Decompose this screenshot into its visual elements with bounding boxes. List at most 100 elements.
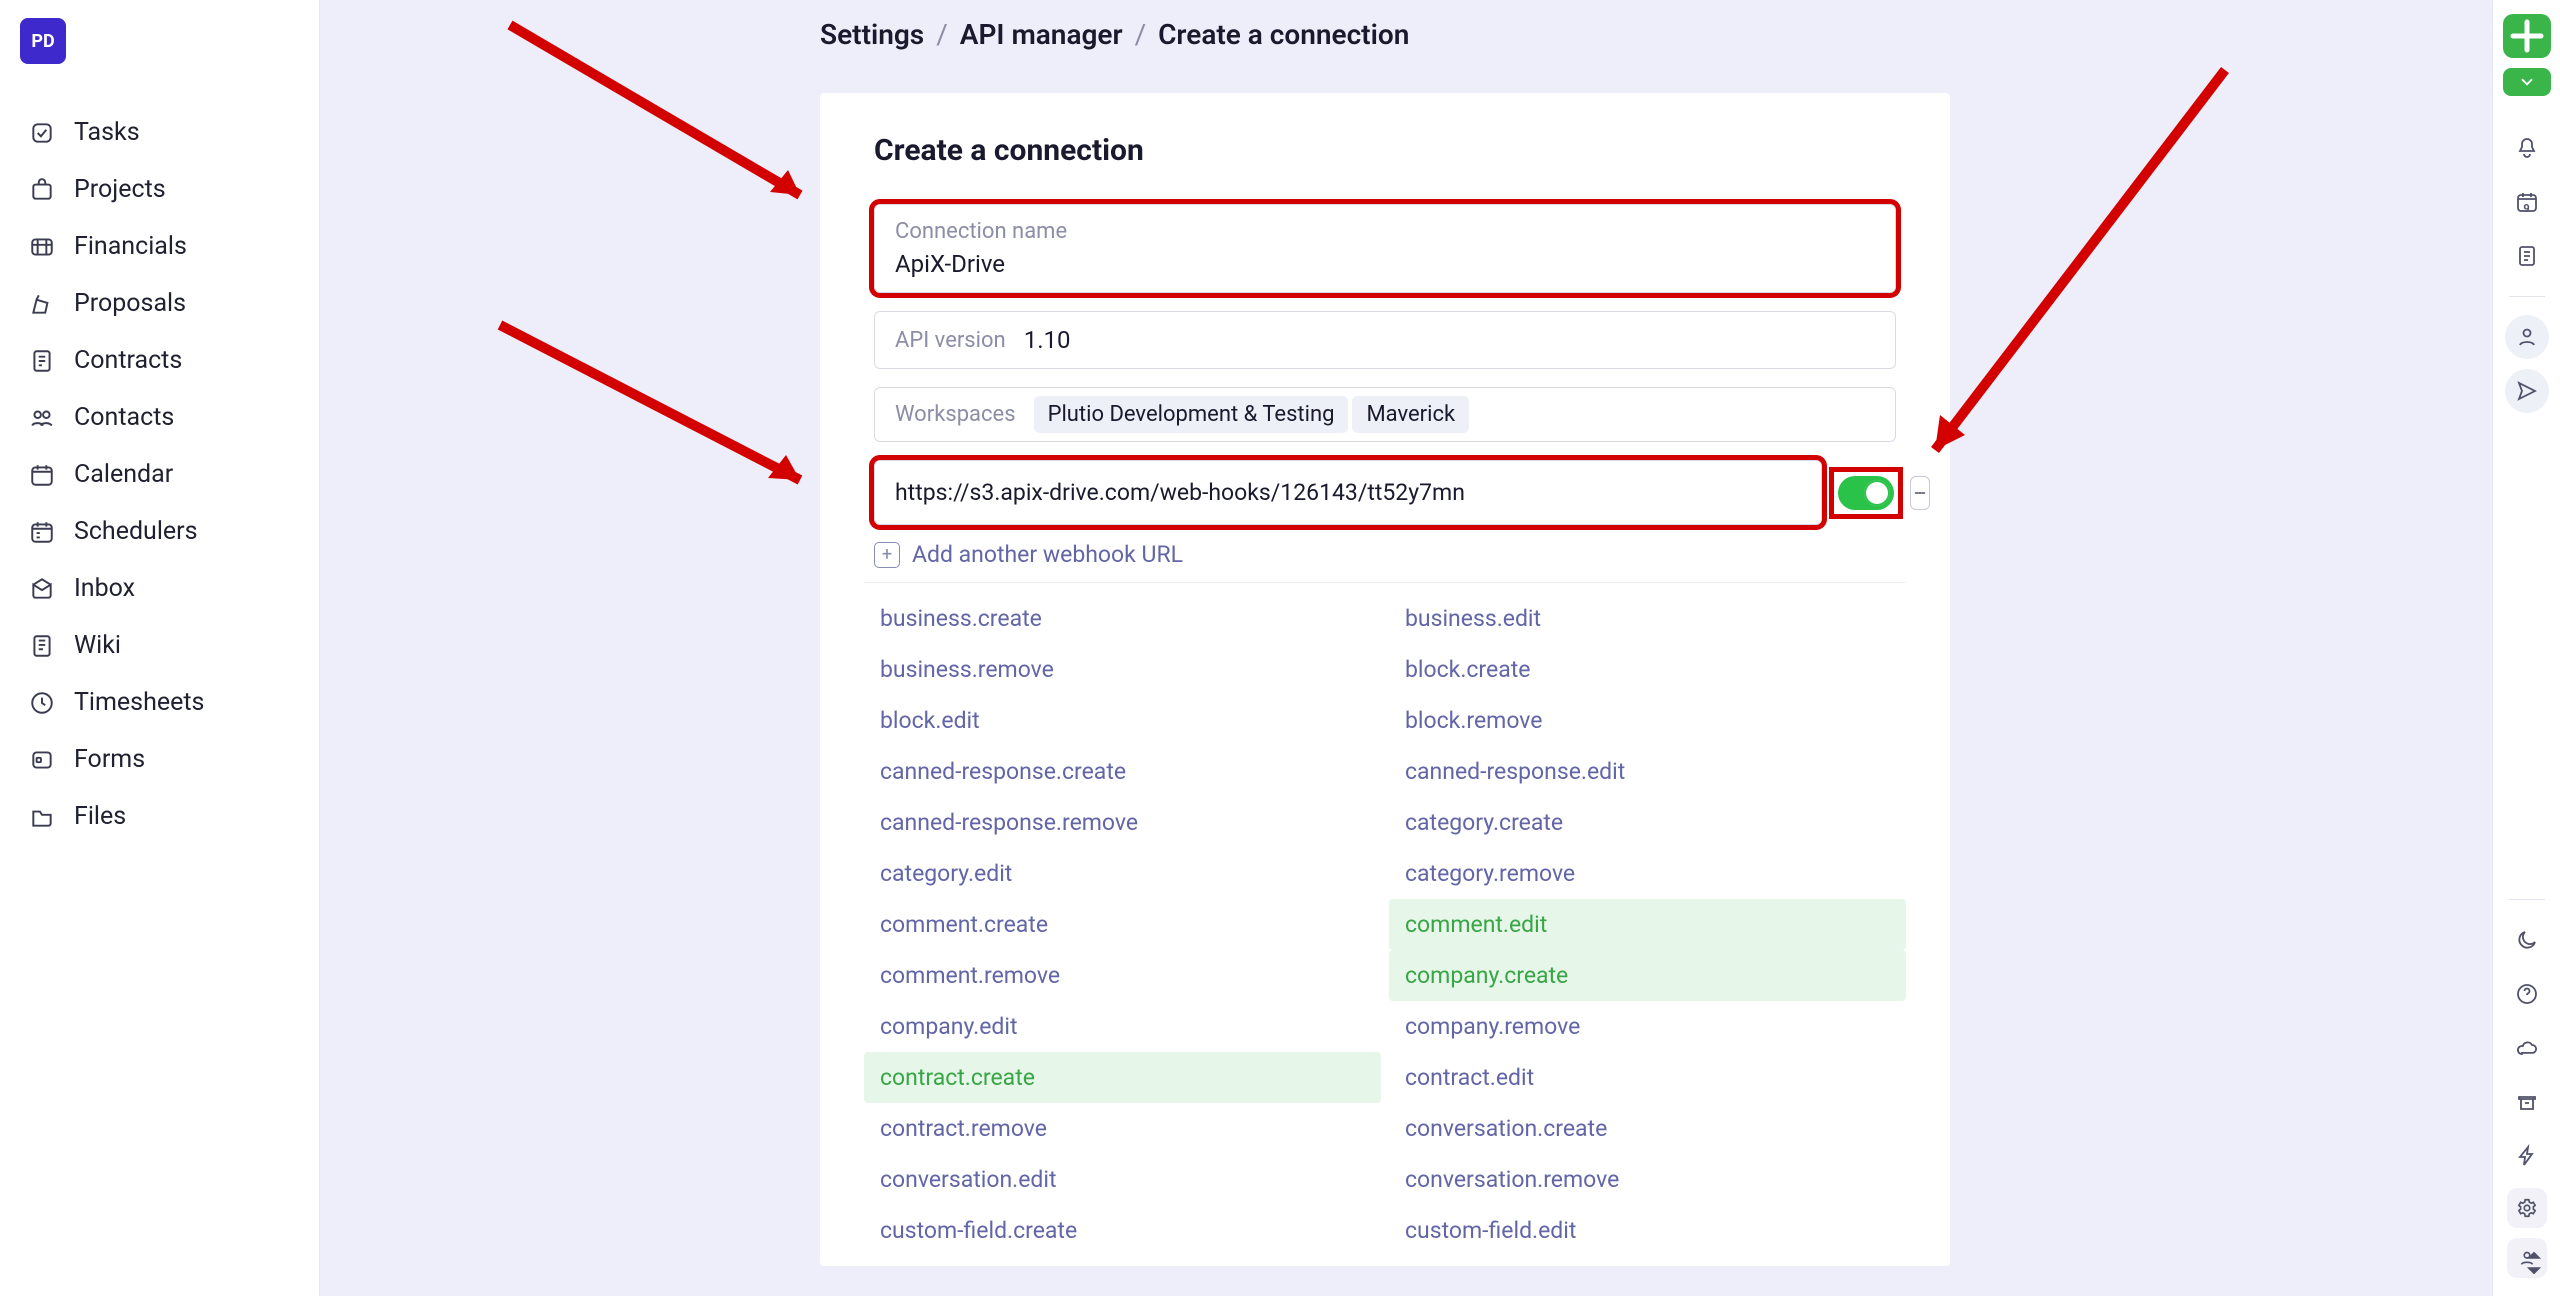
event-option[interactable]: conversation.edit: [864, 1154, 1381, 1205]
quick-add-button[interactable]: [2503, 14, 2551, 58]
help-icon[interactable]: [2505, 972, 2549, 1016]
calendar-icon: [28, 461, 56, 489]
profile-icon[interactable]: [2505, 315, 2549, 359]
nav-label: Proposals: [74, 289, 186, 318]
tasks-icon: [28, 119, 56, 147]
add-webhook-label: Add another webhook URL: [912, 541, 1183, 568]
nav-label: Calendar: [74, 460, 173, 489]
event-option[interactable]: block.edit: [864, 695, 1381, 746]
event-option[interactable]: conversation.remove: [1389, 1154, 1906, 1205]
event-option[interactable]: canned-response.edit: [1389, 746, 1906, 797]
connection-name-value: ApiX-Drive: [895, 250, 1875, 278]
events-grid: business.createbusiness.editbusiness.rem…: [864, 582, 1906, 1256]
sidebar-item-proposals[interactable]: Proposals: [20, 275, 299, 332]
sidebar-item-forms[interactable]: Forms: [20, 731, 299, 788]
archive-icon[interactable]: [2505, 1080, 2549, 1124]
event-option[interactable]: company.create: [1389, 950, 1906, 1001]
event-option[interactable]: business.create: [864, 593, 1381, 644]
timesheets-icon: [28, 689, 56, 717]
breadcrumb-separator: /: [1135, 18, 1147, 51]
workspaces-label: Workspaces: [895, 402, 1016, 427]
webhook-remove-button[interactable]: [1910, 476, 1930, 510]
event-option[interactable]: category.edit: [864, 848, 1381, 899]
breadcrumb-current: Create a connection: [1158, 18, 1409, 51]
breadcrumb-separator: /: [936, 18, 948, 51]
sidebar-item-inbox[interactable]: Inbox: [20, 560, 299, 617]
brand-badge[interactable]: PD: [20, 18, 66, 64]
event-option[interactable]: canned-response.remove: [864, 797, 1381, 848]
event-option[interactable]: contract.create: [864, 1052, 1381, 1103]
event-option[interactable]: comment.remove: [864, 950, 1381, 1001]
nav-label: Schedulers: [74, 517, 198, 546]
api-version-value: 1.10: [1024, 326, 1071, 354]
send-icon[interactable]: [2505, 369, 2549, 413]
event-option[interactable]: company.edit: [864, 1001, 1381, 1052]
forms-icon: [28, 746, 56, 774]
sidebar-item-contracts[interactable]: Contracts: [20, 332, 299, 389]
connection-name-field[interactable]: Connection name ApiX-Drive: [874, 204, 1896, 293]
nav-label: Forms: [74, 745, 145, 774]
financials-icon: [28, 233, 56, 261]
calendar-day-icon[interactable]: 9: [2505, 180, 2549, 224]
notes-icon[interactable]: [2505, 234, 2549, 278]
cloud-icon[interactable]: [2505, 1026, 2549, 1070]
event-option[interactable]: custom-field.edit: [1389, 1205, 1906, 1256]
sidebar-item-financials[interactable]: Financials: [20, 218, 299, 275]
sidebar-item-wiki[interactable]: Wiki: [20, 617, 299, 674]
workspaces-field[interactable]: Workspaces Plutio Development & Testing …: [874, 387, 1896, 442]
nav-label: Contacts: [74, 403, 174, 432]
breadcrumb: Settings / API manager / Create a connec…: [320, 18, 2492, 51]
settings-icon[interactable]: [2507, 1188, 2547, 1228]
sidebar-item-projects[interactable]: Projects: [20, 161, 299, 218]
event-option[interactable]: conversation.create: [1389, 1103, 1906, 1154]
notifications-icon[interactable]: [2505, 126, 2549, 170]
event-option[interactable]: contract.remove: [864, 1103, 1381, 1154]
event-option[interactable]: block.create: [1389, 644, 1906, 695]
rail-separator: [2509, 899, 2545, 900]
workspace-tag[interactable]: Plutio Development & Testing: [1034, 396, 1349, 433]
breadcrumb-settings[interactable]: Settings: [820, 18, 924, 51]
plus-square-icon: +: [874, 542, 900, 568]
sidebar-item-schedulers[interactable]: Schedulers: [20, 503, 299, 560]
api-version-field[interactable]: API version 1.10: [874, 311, 1896, 369]
event-option[interactable]: contract.edit: [1389, 1052, 1906, 1103]
nav-label: Timesheets: [74, 688, 204, 717]
event-option[interactable]: category.create: [1389, 797, 1906, 848]
webhook-toggle[interactable]: [1838, 476, 1894, 510]
inbox-icon: [28, 575, 56, 603]
add-webhook-link[interactable]: + Add another webhook URL: [874, 541, 1896, 568]
event-option[interactable]: business.remove: [864, 644, 1381, 695]
event-option[interactable]: company.remove: [1389, 1001, 1906, 1052]
event-option[interactable]: block.remove: [1389, 695, 1906, 746]
nav-label: Files: [74, 802, 126, 831]
files-icon: [28, 803, 56, 831]
sidebar-item-tasks[interactable]: Tasks: [20, 104, 299, 161]
event-option[interactable]: custom-field.create: [864, 1205, 1381, 1256]
event-option[interactable]: business.edit: [1389, 593, 1906, 644]
wiki-icon: [28, 632, 56, 660]
webhook-url-input[interactable]: https://s3.apix-drive.com/web-hooks/1261…: [874, 460, 1822, 525]
quick-add-dropdown[interactable]: [2503, 68, 2551, 96]
nav-label: Contracts: [74, 346, 182, 375]
nav-label: Tasks: [74, 118, 140, 147]
sidebar-item-timesheets[interactable]: Timesheets: [20, 674, 299, 731]
workspace-tag[interactable]: Maverick: [1352, 396, 1469, 433]
sidebar-left: PD Tasks Projects Financials Proposals Contr…: [0, 0, 320, 1296]
user-switch-icon[interactable]: [2507, 1238, 2547, 1278]
event-option[interactable]: comment.edit: [1389, 899, 1906, 950]
nav-label: Projects: [74, 175, 166, 204]
card-title: Create a connection: [874, 133, 1896, 168]
event-option[interactable]: canned-response.create: [864, 746, 1381, 797]
sidebar-item-files[interactable]: Files: [20, 788, 299, 845]
dark-mode-icon[interactable]: [2505, 918, 2549, 962]
breadcrumb-api-manager[interactable]: API manager: [960, 18, 1123, 51]
event-option[interactable]: category.remove: [1389, 848, 1906, 899]
sidebar-right: 9: [2492, 0, 2560, 1296]
nav-label: Inbox: [74, 574, 135, 603]
bolt-icon[interactable]: [2505, 1134, 2549, 1178]
sidebar-item-contacts[interactable]: Contacts: [20, 389, 299, 446]
contacts-icon: [28, 404, 56, 432]
webhook-row: https://s3.apix-drive.com/web-hooks/1261…: [874, 460, 1896, 525]
event-option[interactable]: comment.create: [864, 899, 1381, 950]
sidebar-item-calendar[interactable]: Calendar: [20, 446, 299, 503]
